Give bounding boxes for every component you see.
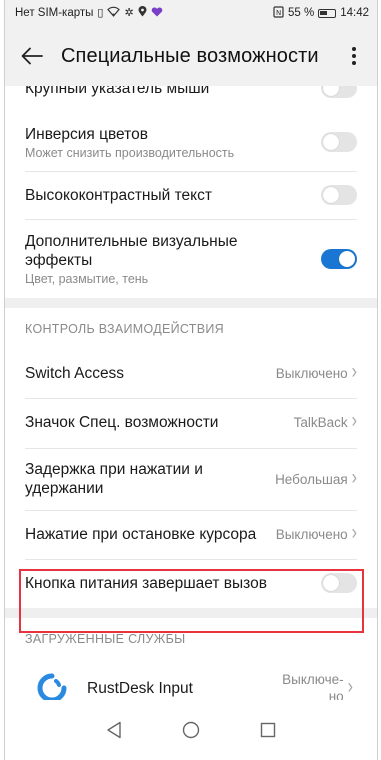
clock: 14:42 <box>340 7 369 19</box>
setting-label: Значок Спец. возможности <box>25 413 219 431</box>
settings-notification-icon: ✲ <box>124 6 134 19</box>
setting-text: Крупный указатель мыши <box>25 86 321 98</box>
setting-label-line1: Задержка при нажатии и <box>25 461 203 478</box>
setting-value: TalkBack <box>293 414 348 430</box>
setting-label-line2: эффекты <box>25 252 93 269</box>
setting-color-inversion[interactable]: Инверсия цветов Может снизить производит… <box>5 116 377 168</box>
mouse-pointer-toggle[interactable] <box>321 86 357 98</box>
nav-back-icon[interactable] <box>99 715 129 745</box>
setting-visual-effects[interactable]: Дополнительные визуальные эффекты Цвет, … <box>5 224 377 294</box>
setting-high-contrast-text[interactable]: Высококонтрастный текст <box>5 172 377 218</box>
nav-home-icon[interactable] <box>176 715 206 745</box>
app-notification-icon <box>151 6 163 20</box>
wifi-icon <box>107 6 121 20</box>
color-inversion-toggle[interactable] <box>321 132 357 152</box>
divider <box>25 448 357 449</box>
status-bar-right: N 55 % 14:42 <box>273 5 369 21</box>
back-arrow-icon[interactable] <box>15 39 49 73</box>
service-status: Выключе- но <box>282 671 344 700</box>
service-rustdesk-input[interactable]: RustDesk Input Выключе- но › <box>5 658 377 700</box>
nav-recents-icon[interactable] <box>253 715 283 745</box>
setting-value: Выключено <box>275 526 348 542</box>
setting-description: Цвет, размытие, тень <box>25 272 149 286</box>
sim-icon: ▯ <box>97 6 104 19</box>
setting-label: Switch Access <box>25 364 125 382</box>
battery-icon <box>318 8 337 18</box>
battery-percent: 55 % <box>288 7 315 19</box>
setting-switch-access[interactable]: Switch Access Выключено › <box>5 350 377 396</box>
setting-text: Switch Access <box>25 364 276 383</box>
no-sim-icon: N <box>273 5 284 21</box>
app-bar: Специальные возможности <box>5 26 377 86</box>
svg-text:N: N <box>276 9 281 17</box>
service-status-line1: Выключе- <box>282 672 344 687</box>
highlight-frame <box>19 569 364 633</box>
setting-dwell-click[interactable]: Нажатие при остановке курсора Выключено … <box>5 511 377 557</box>
navigation-bar <box>5 700 377 760</box>
divider <box>25 219 357 220</box>
carrier-text: Нет SIM-карты <box>15 7 94 19</box>
status-bar: Нет SIM-карты ▯ ✲ N 55 % 14:42 <box>5 0 377 26</box>
setting-text: RustDesk Input <box>87 679 282 698</box>
setting-text: Высококонтрастный текст <box>25 186 321 205</box>
service-status-line2: но <box>328 689 344 700</box>
status-bar-left: Нет SIM-карты ▯ ✲ <box>15 6 163 20</box>
setting-accessibility-shortcut[interactable]: Значок Спец. возможности TalkBack › <box>5 399 377 445</box>
setting-text: Значок Спец. возможности <box>25 413 294 432</box>
location-icon <box>138 6 147 20</box>
section-title-interaction: КОНТРОЛЬ ВЗАИМОДЕЙСТВИЯ <box>25 322 224 336</box>
setting-text: Задержка при нажатии и удержании <box>25 460 275 498</box>
setting-label-line1: Дополнительные визуальные <box>25 233 238 250</box>
section-separator <box>5 298 377 308</box>
chevron-right-icon: › <box>347 676 353 699</box>
setting-text: Нажатие при остановке курсора <box>25 525 276 544</box>
page-title: Специальные возможности <box>61 44 319 67</box>
chevron-right-icon: › <box>351 467 357 490</box>
chevron-right-icon: › <box>351 410 357 433</box>
visual-effects-toggle[interactable] <box>321 249 357 269</box>
chevron-right-icon: › <box>351 361 357 384</box>
setting-value: Небольшая <box>275 471 348 487</box>
phone-screen: Нет SIM-карты ▯ ✲ N 55 % 14:42 Специальн… <box>4 0 378 760</box>
setting-label: Высококонтрастный текст <box>25 186 212 204</box>
high-contrast-toggle[interactable] <box>321 185 357 205</box>
chevron-right-icon: › <box>351 522 357 545</box>
rustdesk-icon <box>37 673 67 700</box>
setting-label: Нажатие при остановке курсора <box>25 525 257 543</box>
service-label: RustDesk Input <box>87 679 193 697</box>
more-options-icon[interactable] <box>341 39 367 73</box>
setting-description: Может снизить производительность <box>25 145 235 160</box>
setting-large-mouse-pointer[interactable]: Крупный указатель мыши <box>5 86 377 100</box>
setting-label-line2: удержании <box>25 480 104 497</box>
setting-text: Инверсия цветов Может снизить производит… <box>25 125 321 160</box>
setting-text: Дополнительные визуальные эффекты Цвет, … <box>25 232 321 286</box>
setting-label: Крупный указатель мыши <box>25 86 210 97</box>
section-title-services: ЗАГРУЖЕННЫЕ СЛУЖБЫ <box>25 632 186 646</box>
setting-touch-hold-delay[interactable]: Задержка при нажатии и удержании Небольш… <box>5 450 377 508</box>
setting-label: Инверсия цветов <box>25 125 148 143</box>
setting-value: Выключено <box>275 365 348 381</box>
